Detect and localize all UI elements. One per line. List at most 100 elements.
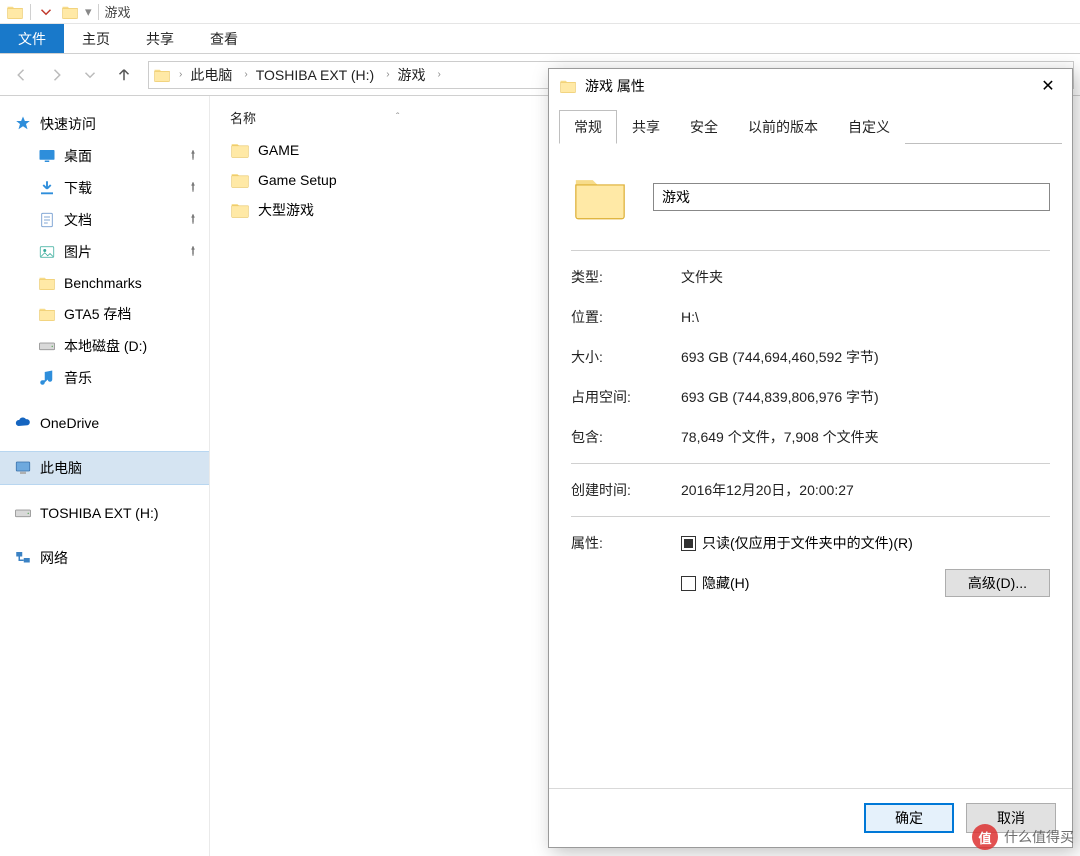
folder-icon xyxy=(61,3,79,21)
breadcrumb-item[interactable]: 游戏 xyxy=(394,65,430,85)
chevron-right-icon: › xyxy=(432,69,443,80)
checkbox-indeterminate-icon xyxy=(681,536,696,551)
network-icon xyxy=(14,549,32,567)
download-icon xyxy=(38,179,56,197)
dialog-titlebar[interactable]: 游戏 属性 ✕ xyxy=(549,69,1072,103)
column-header-name[interactable]: 名称 xyxy=(230,108,256,127)
ribbon-file-label: 文件 xyxy=(18,29,46,49)
nav-local-disk-d[interactable]: 本地磁盘 (D:) xyxy=(0,330,209,362)
nav-desktop[interactable]: 桌面 xyxy=(0,140,209,172)
prop-size-label: 大小: xyxy=(571,347,681,367)
readonly-checkbox[interactable]: 只读(仅应用于文件夹中的文件)(R) xyxy=(681,533,913,553)
prop-type-label: 类型: xyxy=(571,267,681,287)
arrow-up-icon xyxy=(115,66,133,84)
ribbon-tab-view[interactable]: 查看 xyxy=(192,24,256,53)
nav-gta5[interactable]: GTA5 存档 xyxy=(0,298,209,330)
nav-documents[interactable]: 文档 xyxy=(0,204,209,236)
breadcrumb-item[interactable]: 此电脑 xyxy=(186,65,236,85)
ribbon-file-tab[interactable]: 文件 xyxy=(0,24,64,53)
prop-size-value: 693 GB (744,694,460,592 字节) xyxy=(681,347,1050,367)
nav-benchmarks[interactable]: Benchmarks xyxy=(0,268,209,298)
music-icon xyxy=(38,369,56,387)
dialog-body: 游戏 类型: 文件夹 位置: H:\ 大小: 693 GB (744,694,4… xyxy=(549,144,1072,788)
pin-icon xyxy=(187,213,199,225)
nav-onedrive[interactable]: OneDrive xyxy=(0,408,209,438)
folder-icon xyxy=(38,274,56,292)
pictures-icon xyxy=(38,243,56,261)
arrow-right-icon xyxy=(47,66,65,84)
pin-icon xyxy=(187,149,199,161)
watermark: 值 什么值得买 xyxy=(972,824,1074,850)
watermark-text: 什么值得买 xyxy=(1004,827,1074,847)
ribbon: 文件 主页 共享 查看 xyxy=(0,24,1080,54)
dialog-close-button[interactable]: ✕ xyxy=(1034,76,1062,96)
folder-icon xyxy=(153,66,171,84)
prop-type-value: 文件夹 xyxy=(681,267,1050,287)
watermark-badge-icon: 值 xyxy=(972,824,998,850)
nav-music[interactable]: 音乐 xyxy=(0,362,209,394)
ok-button[interactable]: 确定 xyxy=(864,803,954,833)
drive-icon xyxy=(14,504,32,522)
dialog-tab-custom[interactable]: 自定义 xyxy=(833,110,905,144)
nav-pictures[interactable]: 图片 xyxy=(0,236,209,268)
ribbon-tab-share[interactable]: 共享 xyxy=(128,24,192,53)
chevron-down-icon xyxy=(81,66,99,84)
nav-forward-button[interactable] xyxy=(46,65,66,85)
nav-up-button[interactable] xyxy=(114,65,134,85)
star-icon xyxy=(14,115,32,133)
nav-recent-dropdown[interactable] xyxy=(80,65,100,85)
properties-dialog: 游戏 属性 ✕ 常规 共享 安全 以前的版本 自定义 游戏 类型: 文件夹 位置… xyxy=(548,68,1073,848)
folder-icon xyxy=(571,168,629,226)
nav-quick-access[interactable]: 快速访问 xyxy=(0,108,209,140)
navigation-pane[interactable]: 快速访问 桌面 下载 文档 图片 xyxy=(0,96,210,856)
nav-network[interactable]: 网络 xyxy=(0,542,209,574)
desktop-icon xyxy=(38,147,56,165)
folder-icon xyxy=(38,305,56,323)
onedrive-icon xyxy=(14,414,32,432)
nav-this-pc[interactable]: 此电脑 xyxy=(0,452,209,484)
prop-sizeondisk-value: 693 GB (744,839,806,976 字节) xyxy=(681,387,1050,407)
arrow-left-icon xyxy=(13,66,31,84)
dialog-tabs: 常规 共享 安全 以前的版本 自定义 xyxy=(559,109,1062,144)
prop-created-value: 2016年12月20日，20:00:27 xyxy=(681,480,1050,500)
folder-icon xyxy=(230,140,250,160)
prop-contains-label: 包含: xyxy=(571,427,681,447)
dialog-tab-previous[interactable]: 以前的版本 xyxy=(733,110,833,144)
chevron-right-icon: › xyxy=(380,69,391,80)
separator xyxy=(98,4,99,20)
sort-indicator-icon[interactable]: ˆ xyxy=(396,112,399,123)
folder-icon xyxy=(230,200,250,220)
prop-attributes-label: 属性: xyxy=(571,533,681,553)
window-titlebar: ▾ 游戏 xyxy=(0,0,1080,24)
prop-location-label: 位置: xyxy=(571,307,681,327)
prop-location-value: H:\ xyxy=(681,309,1050,325)
qat-chevron-icon[interactable] xyxy=(37,3,55,21)
documents-icon xyxy=(38,211,56,229)
folder-icon xyxy=(230,170,250,190)
drive-icon xyxy=(38,337,56,355)
hidden-checkbox[interactable]: 隐藏(H) xyxy=(681,573,749,593)
separator xyxy=(571,250,1050,251)
separator xyxy=(30,4,31,20)
close-icon: ✕ xyxy=(1041,78,1054,95)
chevron-right-icon: › xyxy=(238,69,249,80)
chevron-right-icon: › xyxy=(173,69,184,80)
prop-created-label: 创建时间: xyxy=(571,480,681,500)
dialog-tab-general[interactable]: 常规 xyxy=(559,110,617,144)
nav-back-button[interactable] xyxy=(12,65,32,85)
folder-name-input[interactable]: 游戏 xyxy=(653,183,1050,211)
this-pc-icon xyxy=(14,459,32,477)
nav-downloads[interactable]: 下载 xyxy=(0,172,209,204)
prop-contains-value: 78,649 个文件，7,908 个文件夹 xyxy=(681,427,1050,447)
separator xyxy=(571,516,1050,517)
advanced-button[interactable]: 高级(D)... xyxy=(945,569,1050,597)
checkbox-empty-icon xyxy=(681,576,696,591)
nav-toshiba-ext[interactable]: TOSHIBA EXT (H:) xyxy=(0,498,209,528)
breadcrumb-item[interactable]: TOSHIBA EXT (H:) xyxy=(252,67,379,83)
dialog-tab-security[interactable]: 安全 xyxy=(675,110,733,144)
pin-icon xyxy=(187,181,199,193)
dialog-tab-share[interactable]: 共享 xyxy=(617,110,675,144)
folder-icon xyxy=(6,3,24,21)
ribbon-tab-home[interactable]: 主页 xyxy=(64,24,128,53)
dialog-title: 游戏 属性 xyxy=(585,76,645,96)
